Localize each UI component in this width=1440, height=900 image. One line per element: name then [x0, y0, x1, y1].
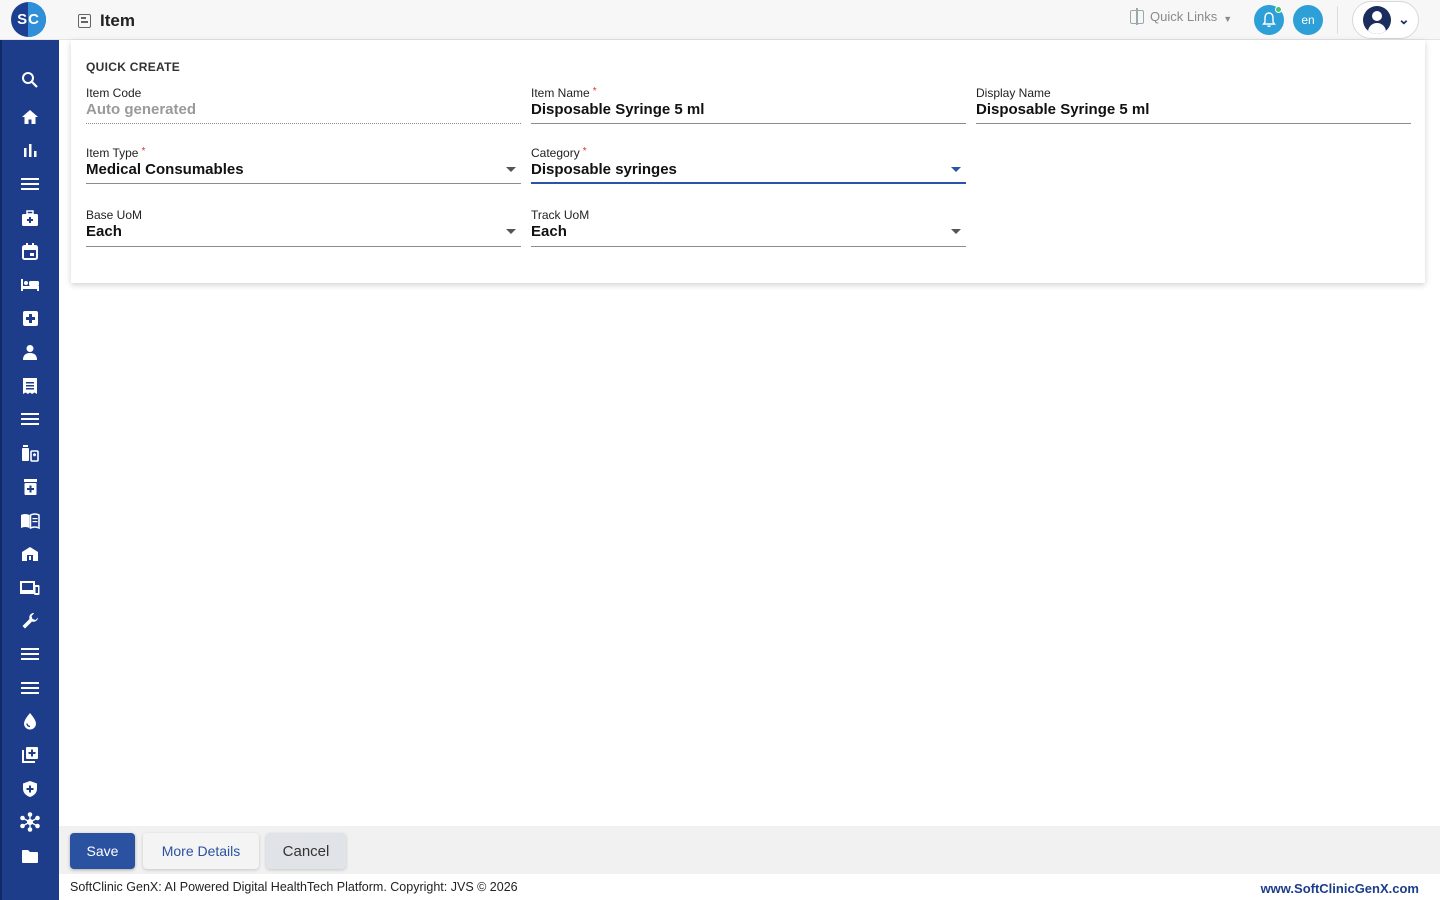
notification-dot	[1275, 6, 1282, 13]
logo-text: SC	[17, 11, 40, 28]
track-uom-select[interactable]: Track UoM Each	[531, 208, 966, 247]
bell-icon	[1262, 12, 1276, 28]
action-bar: Save More Details Cancel	[59, 826, 1440, 874]
copyright-text: SoftClinic GenX: AI Powered Digital Heal…	[70, 880, 518, 894]
sidebar-medical-cross-icon[interactable]	[19, 307, 41, 329]
profile-menu[interactable]: ⌄	[1352, 1, 1419, 39]
category-select[interactable]: Category * Disposable syringes	[531, 146, 966, 184]
category-underline	[531, 182, 966, 184]
sidebar-shield-icon[interactable]	[19, 778, 41, 800]
display-name-field[interactable]: Display Name Disposable Syringe 5 ml	[976, 86, 1411, 124]
sidebar-store-icon[interactable]	[19, 543, 41, 565]
item-name-label: Item Name *	[531, 86, 597, 100]
caret-down-icon: ▼	[1223, 13, 1233, 24]
display-name-underline	[976, 123, 1411, 124]
base-uom-label: Base UoM	[86, 208, 143, 222]
notifications-button[interactable]	[1254, 5, 1284, 35]
item-code-field[interactable]: Item Code Auto generated	[86, 86, 521, 124]
page-icon	[78, 14, 91, 28]
sidebar-search-icon[interactable]	[19, 69, 41, 91]
display-name-value: Disposable Syringe 5 ml	[976, 101, 1150, 118]
sidebar-medicine-box-icon[interactable]	[19, 476, 41, 498]
dropdown-arrow-icon[interactable]	[506, 167, 516, 172]
save-button[interactable]: Save	[70, 833, 135, 869]
footer: SoftClinic GenX: AI Powered Digital Heal…	[59, 874, 1440, 900]
base-uom-underline	[86, 246, 521, 247]
quick-create-card: QUICK CREATE Item Code Auto generated It…	[71, 40, 1425, 283]
base-uom-select[interactable]: Base UoM Each	[86, 208, 521, 247]
sidebar-devices-icon[interactable]	[19, 577, 41, 599]
sidebar-add-library-icon[interactable]	[19, 744, 41, 766]
sidebar-menu-icon-3[interactable]	[19, 643, 41, 665]
cancel-button[interactable]: Cancel	[266, 833, 346, 869]
item-type-value: Medical Consumables	[86, 161, 244, 178]
sidebar-bed-icon[interactable]	[19, 274, 41, 296]
item-type-underline	[86, 183, 521, 184]
display-name-label: Display Name	[976, 86, 1051, 100]
avatar-icon	[1363, 6, 1391, 34]
sidebar-wrench-icon[interactable]	[19, 610, 41, 632]
card-heading: QUICK CREATE	[86, 60, 181, 74]
item-code-underline	[86, 123, 521, 124]
dropdown-arrow-icon[interactable]	[506, 229, 516, 234]
dropdown-arrow-icon[interactable]	[951, 167, 961, 172]
sidebar-network-icon[interactable]	[19, 811, 41, 833]
track-uom-value: Each	[531, 223, 567, 240]
sidebar-book-icon[interactable]	[19, 510, 41, 532]
chevron-down-icon: ⌄	[1398, 11, 1410, 27]
required-marker: *	[141, 146, 146, 157]
language-button[interactable]: en	[1293, 5, 1323, 35]
quick-links-label: Quick Links	[1150, 9, 1218, 24]
required-marker: *	[582, 146, 587, 157]
item-name-underline	[531, 123, 966, 124]
track-uom-underline	[531, 246, 966, 247]
sidebar-pharmacy-icon[interactable]	[19, 442, 41, 464]
sidebar-person-icon[interactable]	[19, 341, 41, 363]
sidebar-menu-icon[interactable]	[19, 173, 41, 195]
sidebar-blood-drop-icon[interactable]	[19, 710, 41, 732]
top-bar: SC Item Quick Links ▼ en ⌄	[0, 0, 1440, 40]
item-name-field[interactable]: Item Name * Disposable Syringe 5 ml	[531, 86, 966, 124]
sidebar-menu-icon-4[interactable]	[19, 677, 41, 699]
category-label: Category *	[531, 146, 587, 160]
page-title: Item	[100, 11, 135, 30]
sidebar-folder-icon[interactable]	[19, 845, 41, 867]
website-link[interactable]: www.SoftClinicGenX.com	[1261, 881, 1419, 896]
sidebar-menu-icon-2[interactable]	[19, 408, 41, 430]
dropdown-arrow-icon[interactable]	[951, 229, 961, 234]
item-code-placeholder: Auto generated	[86, 101, 197, 118]
sidebar-receipt-icon[interactable]	[19, 375, 41, 397]
item-name-value: Disposable Syringe 5 ml	[531, 101, 705, 118]
item-type-label: Item Type *	[86, 146, 146, 160]
required-marker: *	[592, 86, 597, 97]
quick-links-menu[interactable]: Quick Links ▼	[1130, 7, 1233, 25]
more-details-button[interactable]: More Details	[143, 833, 259, 869]
item-type-select[interactable]: Item Type * Medical Consumables	[86, 146, 521, 184]
track-uom-label: Track UoM	[531, 208, 590, 222]
header-divider	[1337, 6, 1338, 34]
sidebar-bar-chart-icon[interactable]	[19, 139, 41, 161]
sidebar-calendar-icon[interactable]	[19, 240, 41, 262]
app-logo[interactable]: SC	[11, 2, 46, 37]
item-code-label: Item Code	[86, 86, 142, 100]
base-uom-value: Each	[86, 223, 122, 240]
category-value: Disposable syringes	[531, 161, 677, 178]
sidebar-home-icon[interactable]	[19, 106, 41, 128]
gift-icon	[1130, 7, 1144, 25]
sidebar	[0, 40, 59, 900]
sidebar-medical-bag-icon[interactable]	[19, 207, 41, 229]
